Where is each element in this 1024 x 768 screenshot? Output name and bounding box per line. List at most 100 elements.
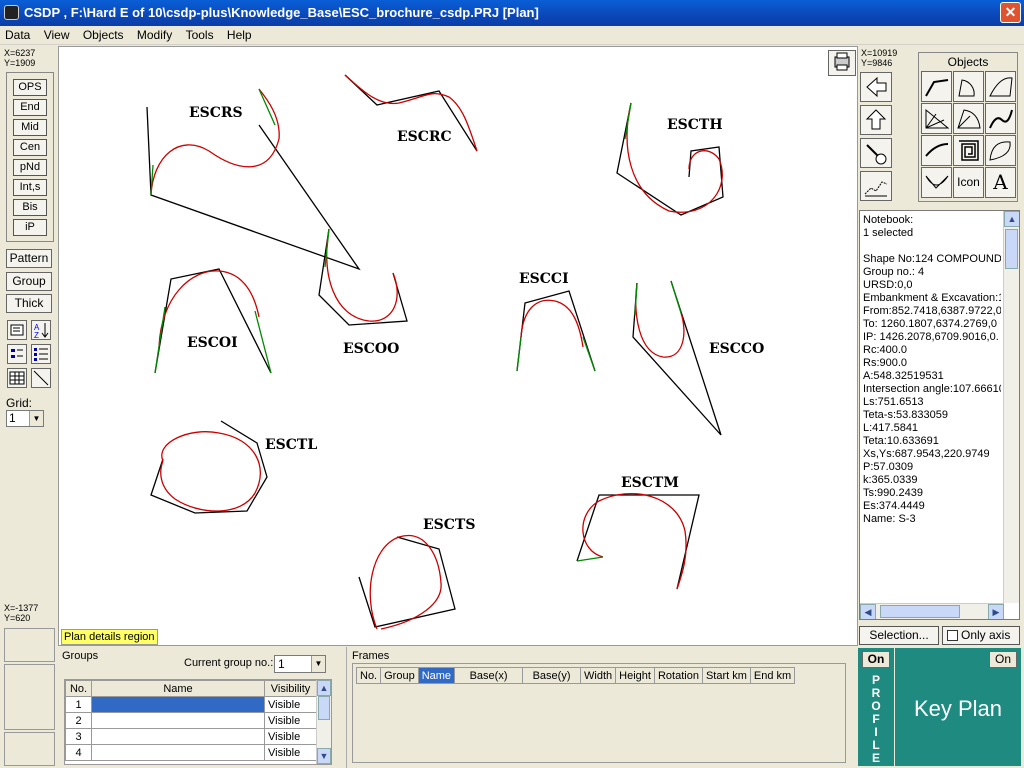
pan-arrow-icon[interactable] [860, 72, 892, 102]
profile-on-button[interactable]: On [862, 651, 890, 668]
snap-pnd-button[interactable]: pNd [13, 159, 47, 176]
plan-canvas[interactable]: ESCRS ESCRC ESCTH ESCOI ESCOO ESCCI ESCC… [58, 46, 858, 646]
table-row[interactable]: 2 Visible [65, 712, 317, 729]
compound-tool-icon[interactable] [921, 103, 952, 134]
selection-button[interactable]: Selection... [859, 626, 939, 645]
table-row[interactable]: 3 Visible [65, 728, 317, 745]
menu-help[interactable]: Help [222, 26, 257, 44]
frames-col-width[interactable]: Width [580, 667, 617, 684]
frames-col-name[interactable]: Name [417, 667, 456, 684]
plan-drawing[interactable]: ESCRS ESCRC ESCTH ESCOI ESCOO ESCCI ESCC… [59, 47, 858, 646]
thick-button[interactable]: Thick [6, 294, 52, 313]
scroll-up-icon[interactable]: ▲ [317, 680, 331, 696]
keyplan-on-button[interactable]: On [989, 651, 1017, 668]
notebook-hscroll[interactable]: ◀ ▶ [860, 603, 1004, 619]
details-list-icon[interactable] [31, 344, 51, 364]
loop-tool-icon[interactable] [985, 135, 1016, 166]
groups-scroll-thumb[interactable] [318, 696, 330, 720]
spiral-arc-tool-icon[interactable] [953, 103, 984, 134]
scroll-up-icon[interactable]: ▲ [1004, 211, 1019, 227]
hscroll-thumb[interactable] [880, 605, 960, 618]
notebook-line: Rs:900.0 [863, 357, 908, 369]
curve-tool-icon[interactable] [985, 71, 1016, 102]
row-name[interactable] [91, 696, 265, 713]
frames-col-startkm[interactable]: Start km [701, 667, 751, 684]
label-escci: ESCCI [519, 271, 569, 287]
chevron-down-icon[interactable]: ▼ [311, 656, 325, 672]
frames-col-basey[interactable]: Base(y) [522, 667, 582, 684]
menu-modify[interactable]: Modify [132, 26, 177, 44]
notebook-panel[interactable]: Notebook: 1 selected Shape No:124 COMPOU… [859, 210, 1020, 620]
objects-palette: Objects Icon A [918, 52, 1018, 202]
escci-tangent-green-2 [582, 336, 596, 372]
scroll-down-icon[interactable]: ▼ [317, 748, 331, 764]
pattern-button[interactable]: Pattern [6, 249, 52, 268]
sort-az-icon[interactable]: AZ [31, 320, 51, 340]
diagonal-line-icon[interactable] [31, 368, 51, 388]
table-row[interactable]: 4 Visible [65, 744, 317, 761]
groups-title: Groups [62, 650, 99, 662]
frames-col-height[interactable]: Height [615, 667, 655, 684]
frames-col-basex[interactable]: Base(x) [454, 667, 524, 684]
vertical-curve-tool-icon[interactable] [921, 167, 952, 198]
snap-end-button[interactable]: End [13, 99, 47, 116]
app-icon[interactable] [4, 5, 19, 20]
frames-col-no[interactable]: No. [355, 667, 382, 684]
snap-mid-button[interactable]: Mid [13, 119, 47, 136]
chevron-down-icon[interactable]: ▼ [29, 411, 43, 426]
scroll-left-icon[interactable]: ◀ [860, 604, 876, 619]
only-axis-checkbox[interactable]: Only axis [942, 626, 1020, 645]
text-tool-button[interactable]: A [985, 167, 1016, 198]
vscroll-thumb[interactable] [1005, 229, 1018, 269]
snap-bis-button[interactable]: Bis [13, 199, 47, 216]
group-button[interactable]: Group [6, 272, 52, 291]
profile-panel[interactable]: On P R O F I L E [858, 648, 894, 766]
snap-ops-button[interactable]: OPS [13, 79, 47, 96]
polyline-tool-icon[interactable] [921, 71, 952, 102]
close-button[interactable]: ✕ [1000, 2, 1021, 23]
frames-col-endkm[interactable]: End km [749, 667, 796, 684]
label-escts: ESCTS [423, 517, 475, 533]
table-row[interactable]: 1 Visible [65, 696, 317, 713]
list-icon[interactable] [7, 344, 27, 364]
checkbox-box[interactable] [947, 630, 958, 642]
move-arrow-icon[interactable] [860, 105, 892, 135]
profile-graph-icon[interactable] [860, 171, 892, 201]
table-icon[interactable] [7, 368, 27, 388]
col-visibility[interactable]: Visibility [264, 680, 317, 697]
arc-tool-icon[interactable] [953, 71, 984, 102]
menu-tools[interactable]: Tools [181, 26, 219, 44]
scroll-right-icon[interactable]: ▶ [988, 604, 1004, 619]
row-visibility[interactable]: Visible [264, 744, 317, 761]
measure-icon[interactable] [860, 138, 892, 168]
row-visibility[interactable]: Visible [264, 728, 317, 745]
notebook-vscroll[interactable]: ▲ [1003, 211, 1019, 603]
snap-ip-button[interactable]: iP [13, 219, 47, 236]
snap-ints-button[interactable]: Int,s [13, 179, 47, 196]
col-no[interactable]: No. [65, 680, 92, 697]
keyplan-panel[interactable]: On Key Plan [895, 648, 1021, 766]
row-name[interactable] [91, 728, 265, 745]
frames-col-rotation[interactable]: Rotation [653, 667, 703, 684]
current-group-select[interactable]: 1 ▼ [274, 655, 326, 673]
grid-select[interactable]: 1 ▼ [6, 410, 44, 427]
row-name[interactable] [91, 744, 265, 761]
notebook-line: 1 selected [863, 227, 914, 239]
snap-cen-button[interactable]: Cen [13, 139, 47, 156]
row-name[interactable] [91, 712, 265, 729]
row-visibility[interactable]: Visible [264, 712, 317, 729]
frames-col-group[interactable]: Group [380, 667, 419, 684]
notebook-content: Notebook: 1 selected Shape No:124 COMPOU… [863, 214, 1001, 526]
menu-objects[interactable]: Objects [78, 26, 129, 44]
print-icon[interactable] [828, 50, 856, 76]
properties-icon[interactable] [7, 320, 27, 340]
arc-line-tool-icon[interactable] [921, 135, 952, 166]
row-visibility[interactable]: Visible [264, 696, 317, 713]
icon-tool-button[interactable]: Icon [953, 167, 984, 198]
scurve-tool-icon[interactable] [985, 103, 1016, 134]
groups-vscroll[interactable]: ▲ ▼ [316, 680, 331, 764]
col-name[interactable]: Name [91, 680, 265, 697]
square-spiral-tool-icon[interactable] [953, 135, 984, 166]
menu-data[interactable]: Data [0, 26, 35, 44]
menu-view[interactable]: View [39, 26, 75, 44]
